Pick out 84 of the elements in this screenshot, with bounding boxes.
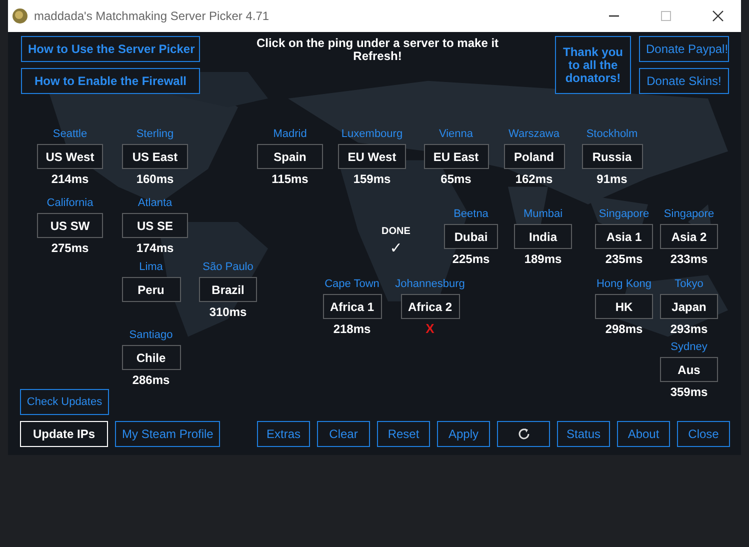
donate-button[interactable]: Donate Skins! (639, 68, 729, 94)
server-button[interactable]: EU East (424, 144, 488, 169)
server-button[interactable]: EU West (338, 144, 406, 169)
steam-profile-button[interactable]: My Steam Profile (115, 421, 220, 447)
city-label: Sydney (670, 340, 708, 354)
city-label: Sterling (136, 127, 174, 141)
window-title: maddada's Matchmaking Server Picker 4.71 (34, 9, 270, 23)
city-label: Seattle (52, 127, 88, 141)
ping-label[interactable]: 298ms (605, 322, 643, 336)
server-button[interactable]: Brazil (199, 277, 257, 302)
city-label: Hong Kong (596, 277, 652, 291)
server-button[interactable]: Asia 1 (595, 224, 653, 249)
city-label: Mumbai (523, 207, 563, 221)
server-button[interactable]: Chile (122, 345, 180, 370)
city-label: Cape Town (324, 277, 380, 291)
ping-label[interactable]: 65ms (440, 172, 472, 186)
city-label: Atlanta (138, 196, 172, 210)
server-button[interactable]: Africa 2 (400, 294, 460, 319)
city-label: Santiago (129, 328, 173, 342)
server-button[interactable]: US SE (122, 213, 188, 238)
server-button[interactable]: Asia 2 (660, 224, 718, 249)
footer-button[interactable]: Clear (317, 421, 370, 447)
city-label: Tokyo (674, 277, 704, 291)
ping-label[interactable]: 310ms (209, 305, 247, 319)
city-label: Vienna (438, 127, 474, 141)
server-button[interactable]: India (514, 224, 572, 249)
status-text: DONE (382, 226, 410, 238)
city-label: Beetna (454, 207, 488, 221)
thanks-button[interactable]: Thank you to all the donators! (555, 36, 631, 94)
footer-button[interactable]: Extras (257, 421, 310, 447)
server-button[interactable]: Peru (122, 277, 180, 302)
city-label: Stockholm (586, 127, 638, 141)
footer-button[interactable]: Status (557, 421, 610, 447)
app-icon (12, 8, 28, 24)
city-label: Johannesburg (395, 277, 465, 291)
city-label: California (46, 196, 94, 210)
ping-label[interactable]: 293ms (670, 322, 708, 336)
ping-label[interactable]: 233ms (670, 252, 708, 266)
server-button[interactable]: HK (595, 294, 653, 319)
server-button[interactable]: US SW (37, 213, 103, 238)
server-button[interactable]: US East (122, 144, 188, 169)
check-mark: ✓ (390, 240, 402, 257)
refresh-button[interactable] (497, 421, 550, 447)
ping-label[interactable]: 286ms (132, 373, 170, 387)
footer-button[interactable]: Close (677, 421, 730, 447)
city-label: São Paulo (202, 260, 254, 274)
update-ips-button[interactable]: Update IPs (20, 421, 108, 447)
ping-label[interactable]: 275ms (51, 241, 89, 255)
server-button[interactable]: Poland (504, 144, 564, 169)
footer-button[interactable]: Apply (437, 421, 490, 447)
city-label: Luxembourg (341, 127, 403, 141)
server-button[interactable]: Aus (660, 357, 718, 382)
ping-label[interactable]: 189ms (524, 252, 562, 266)
ping-label[interactable]: 235ms (605, 252, 643, 266)
failed-mark: X (426, 322, 434, 336)
server-button[interactable]: Africa 1 (322, 294, 382, 319)
city-label: Singapore (664, 207, 714, 221)
server-button[interactable]: US West (37, 144, 103, 169)
ping-label[interactable]: 359ms (670, 385, 708, 399)
city-label: Singapore (598, 207, 650, 221)
city-label: Madrid (273, 127, 307, 141)
city-label: Lima (139, 260, 163, 274)
ping-label[interactable]: 225ms (452, 252, 490, 266)
ping-label[interactable]: 162ms (515, 172, 553, 186)
instruction-text: Click on the ping under a server to make it Refresh! (255, 37, 500, 65)
ping-label[interactable]: 160ms (136, 172, 174, 186)
server-button[interactable]: Dubai (444, 224, 498, 249)
ping-label[interactable]: 159ms (353, 172, 391, 186)
ping-label[interactable]: 115ms (272, 172, 308, 186)
ping-label[interactable]: 218ms (333, 322, 371, 336)
ping-label[interactable]: 214ms (51, 172, 89, 186)
check-updates-button[interactable]: Check Updates (20, 389, 109, 415)
ping-label[interactable]: 174ms (136, 241, 174, 255)
refresh-icon (516, 427, 530, 441)
ping-label[interactable]: 91ms (596, 172, 628, 186)
city-label: Warszawa (508, 127, 560, 141)
donate-button[interactable]: Donate Paypal! (639, 36, 729, 62)
help-button[interactable]: How to Use the Server Picker (21, 36, 200, 62)
footer-button[interactable]: Reset (377, 421, 430, 447)
server-button[interactable]: Japan (660, 294, 718, 319)
server-button[interactable]: Spain (257, 144, 323, 169)
server-button[interactable]: Russia (582, 144, 642, 169)
footer-button[interactable]: About (617, 421, 670, 447)
help-button[interactable]: How to Enable the Firewall (21, 68, 200, 94)
